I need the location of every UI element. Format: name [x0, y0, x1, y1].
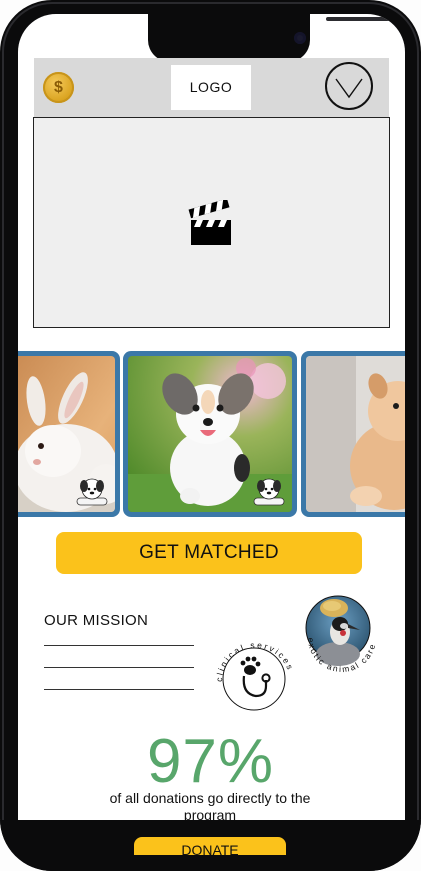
clapperboard-icon: [188, 200, 231, 245]
mission-text-line: [44, 645, 194, 646]
donation-caption: of all donations go directly to the prog…: [109, 790, 311, 823]
pet-card-pomeranian[interactable]: [301, 351, 405, 517]
pet-carousel[interactable]: [18, 351, 405, 517]
front-camera: [294, 32, 306, 44]
puppy-bone-icon: [76, 478, 108, 506]
app-header: $ LOGO: [34, 58, 389, 117]
pet-card-bunny[interactable]: [18, 351, 120, 517]
pomeranian-photo: [306, 356, 405, 512]
exotic-animal-care-badge[interactable]: exotic animal care: [300, 592, 384, 676]
chevron-down-icon: [335, 78, 363, 99]
notch: [148, 14, 390, 62]
pet-card-puppy[interactable]: [123, 351, 297, 517]
puppy-bone-icon: [253, 478, 285, 506]
mission-text-line: [44, 667, 194, 668]
clinical-services-badge[interactable]: clinical services: [214, 634, 298, 718]
mission-text-line: [44, 689, 194, 690]
bottom-bezel-overlap: [134, 855, 286, 871]
logo[interactable]: LOGO: [171, 65, 251, 110]
video-player[interactable]: [33, 117, 390, 328]
get-matched-button[interactable]: GET MATCHED: [56, 532, 362, 574]
mission-title: OUR MISSION: [44, 612, 149, 629]
speaker-grille: [326, 17, 390, 21]
menu-button[interactable]: [325, 62, 373, 110]
coin-icon[interactable]: $: [43, 72, 74, 103]
donation-percentage: 97%: [146, 727, 275, 796]
phone-frame: $ LOGO GET MATCHED OUR MISSION clinical …: [0, 0, 421, 871]
